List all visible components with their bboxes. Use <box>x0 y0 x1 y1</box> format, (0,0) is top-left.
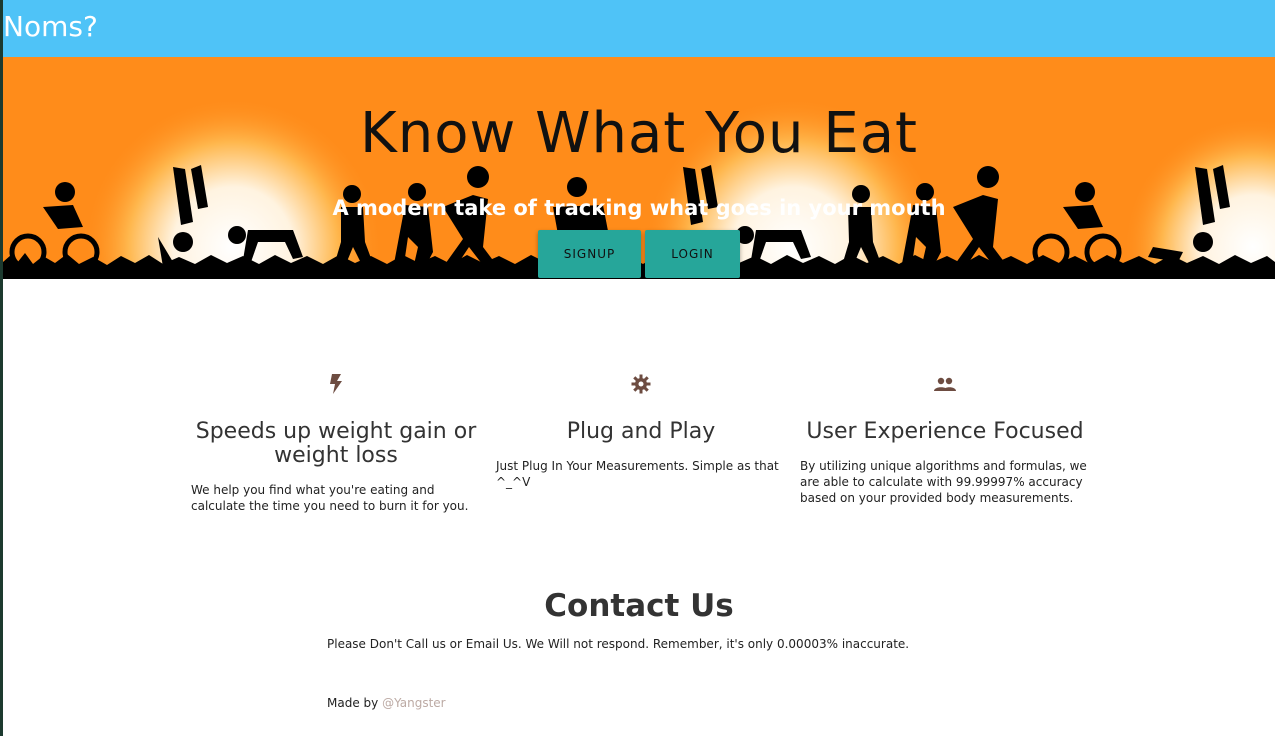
hero-banner: Know What You Eat A modern take of track… <box>3 57 1275 279</box>
footer-credit: Made by @Yangster <box>327 695 446 711</box>
brand-logo[interactable]: Noms? <box>3 10 98 44</box>
feature-plug-and-play: Plug and Play Just Plug In Your Measurem… <box>496 372 786 490</box>
author-link[interactable]: @Yangster <box>382 696 446 710</box>
feature-text: By utilizing unique algorithms and formu… <box>800 459 1087 505</box>
login-button[interactable]: LOGIN <box>645 230 740 278</box>
flash-icon <box>191 372 481 396</box>
gear-icon <box>496 372 786 396</box>
feature-weight: Speeds up weight gain or weight loss We … <box>191 372 481 514</box>
feature-text: We help you find what you're eating and … <box>191 483 469 513</box>
feature-title: Speeds up weight gain or weight loss <box>195 419 477 468</box>
signup-button[interactable]: SIGNUP <box>538 230 641 278</box>
feature-title: User Experience Focused <box>806 419 1084 444</box>
contact-title: Contact Us <box>544 588 734 624</box>
made-by-label: Made by <box>327 696 379 710</box>
navbar: Noms? <box>3 0 1275 57</box>
hero-title: Know What You Eat <box>360 101 918 166</box>
group-icon <box>800 372 1090 396</box>
contact-text: Please Don't Call us or Email Us. We Wil… <box>327 637 910 651</box>
feature-title: Plug and Play <box>566 419 716 444</box>
hero-subtitle: A modern take of tracking what goes in y… <box>332 196 946 220</box>
feature-text: Just Plug In Your Measurements. Simple a… <box>496 459 779 489</box>
feature-ux: User Experience Focused By utilizing uni… <box>800 372 1090 506</box>
page: Noms? Know What You Eat A modern take of… <box>0 0 1275 736</box>
